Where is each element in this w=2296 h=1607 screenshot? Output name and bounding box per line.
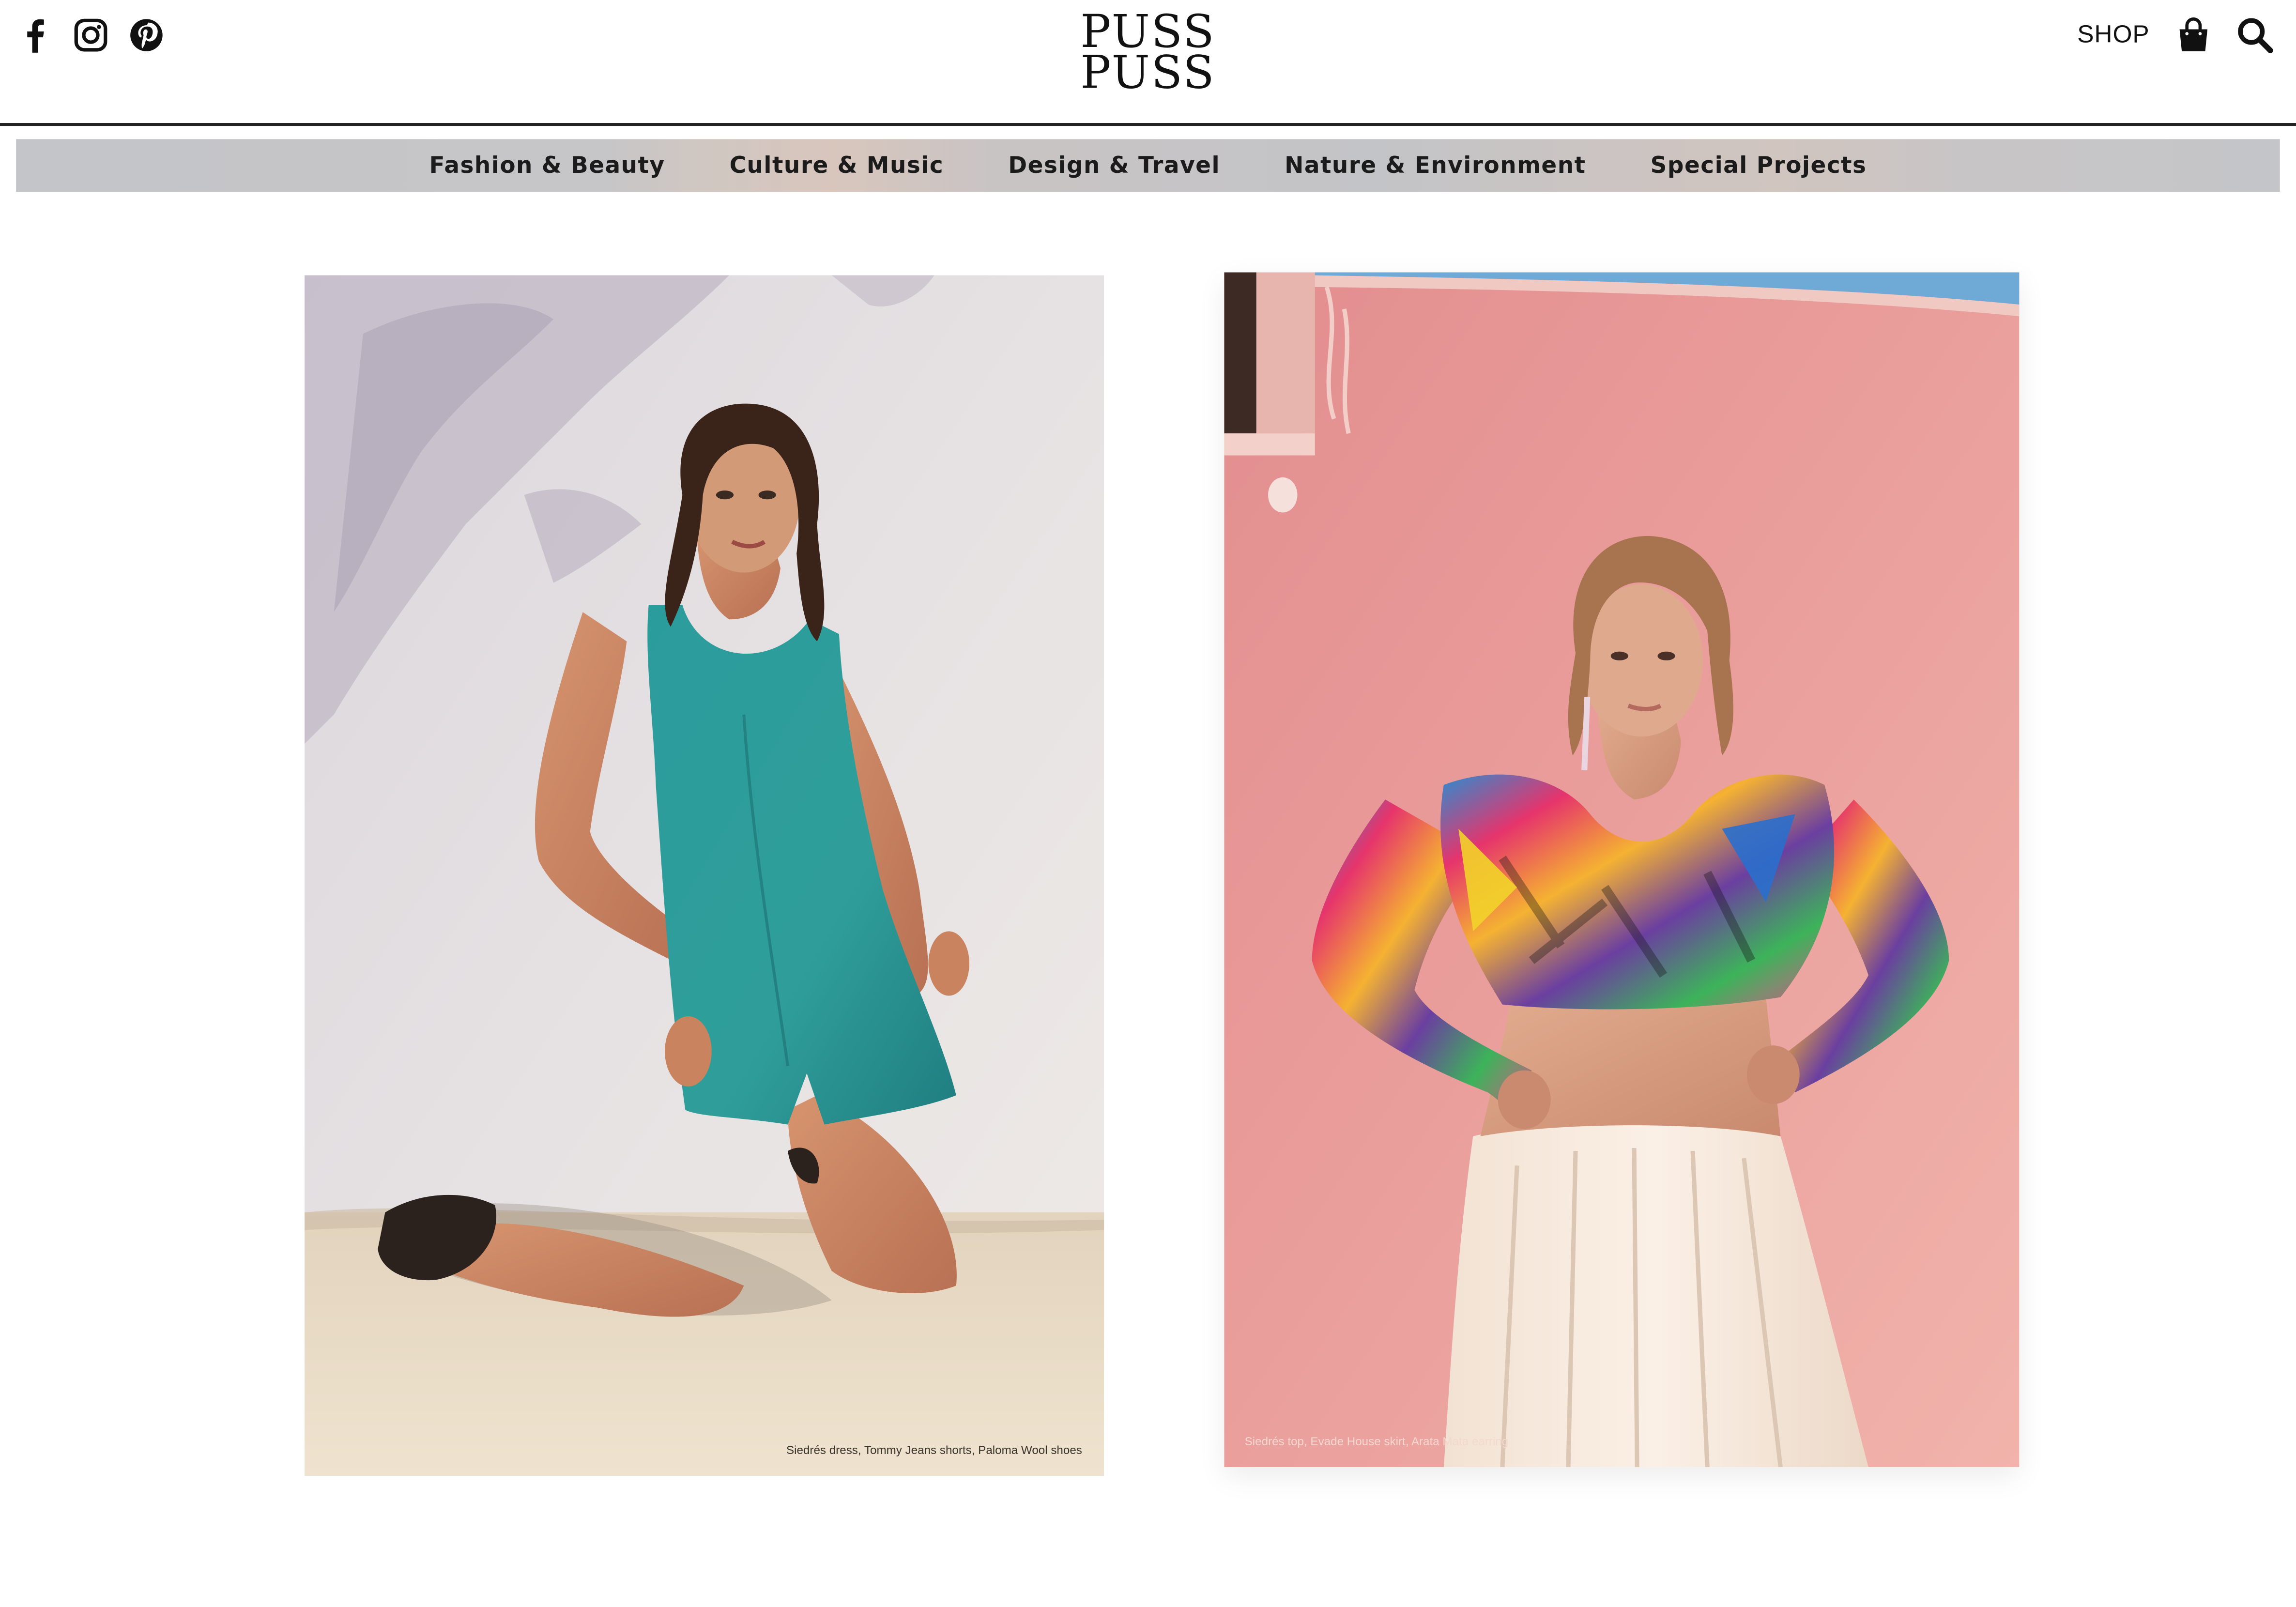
- nav-item-nature-environment[interactable]: Nature & Environment: [1253, 153, 1619, 179]
- logo-line-2: PUSS: [1080, 46, 1216, 100]
- nav-item-culture-music[interactable]: Culture & Music: [697, 153, 976, 179]
- page: PUSS PUSS SHOP Fashion & Beauty Culture …: [0, 0, 2296, 1607]
- nav-item-fashion-beauty[interactable]: Fashion & Beauty: [397, 153, 697, 179]
- site-logo[interactable]: PUSS PUSS: [1002, 10, 1295, 100]
- pinterest-icon[interactable]: [129, 15, 164, 56]
- instagram-icon[interactable]: [73, 15, 108, 56]
- shopping-bag-icon[interactable]: [2173, 15, 2214, 56]
- nav-list: Fashion & Beauty Culture & Music Design …: [397, 153, 1899, 179]
- social-links: [17, 15, 164, 56]
- site-header: PUSS PUSS SHOP: [0, 0, 2296, 123]
- photo-caption-right: Siedrés top, Evade House skirt, Arata Ma…: [1244, 1435, 1509, 1448]
- category-nav: Fashion & Beauty Culture & Music Design …: [16, 139, 2280, 192]
- nav-item-design-travel[interactable]: Design & Travel: [976, 153, 1253, 179]
- nav-item-special-projects[interactable]: Special Projects: [1618, 153, 1899, 179]
- shop-link[interactable]: SHOP: [2077, 20, 2149, 49]
- facebook-icon[interactable]: [17, 15, 53, 56]
- header-actions: SHOP: [2077, 15, 2275, 56]
- photo-colorful-top[interactable]: Siedrés top, Evade House skirt, Arata Ma…: [1224, 272, 2020, 1468]
- search-icon[interactable]: [2235, 15, 2276, 56]
- photo-teal-dress[interactable]: Siedrés dress, Tommy Jeans shorts, Palom…: [305, 275, 1104, 1476]
- photo-caption-left: Siedrés dress, Tommy Jeans shorts, Palom…: [786, 1443, 1082, 1457]
- header-divider: [0, 123, 2296, 126]
